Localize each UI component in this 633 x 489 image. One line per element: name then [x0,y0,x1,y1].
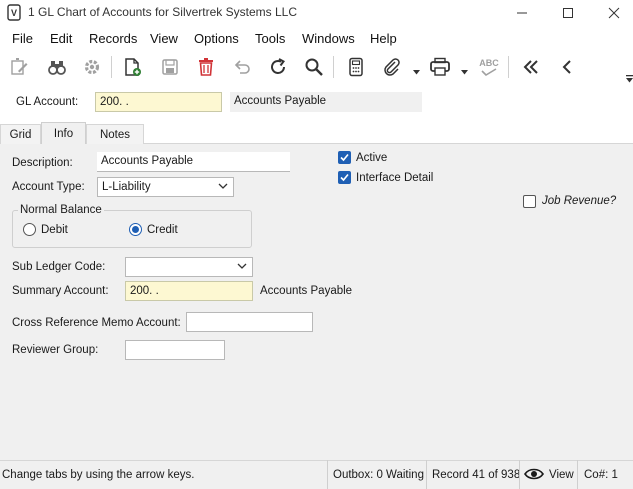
chevron-down-icon [218,183,228,189]
status-company: Co#: 1 [584,469,618,481]
toolbar-separator [508,56,509,78]
tab-info[interactable]: Info [41,122,86,144]
debit-radio[interactable] [23,223,36,236]
toolbar-separator [111,56,112,78]
summary-account-name: Accounts Payable [260,285,353,297]
close-button[interactable] [591,0,633,25]
cross-reference-label: Cross Reference Memo Account: [12,317,181,329]
toolbar: ABC [0,52,633,83]
app-icon: V [7,4,21,21]
account-type-select[interactable]: L-Liability [97,177,234,197]
title-bar: V 1 GL Chart of Accounts for Silvertrek … [0,0,633,25]
checkmark-icon [340,153,349,162]
print-dropdown-icon[interactable] [461,64,468,78]
search-icon[interactable] [301,53,327,81]
tab-notes[interactable]: Notes [86,124,144,145]
menu-edit[interactable]: Edit [50,31,72,46]
debit-label: Debit [41,224,68,236]
menu-help[interactable]: Help [370,31,397,46]
svg-text:V: V [11,8,17,18]
description-field[interactable]: Accounts Payable [97,152,290,172]
tab-grid[interactable]: Grid [0,124,41,145]
menu-view[interactable]: View [150,31,178,46]
info-panel [0,144,633,460]
menu-bar: File Edit Records View Options Tools Win… [0,28,633,50]
account-type-value: L-Liability [102,181,151,193]
summary-account-label: Summary Account: [12,285,109,297]
sub-ledger-label: Sub Ledger Code: [12,261,106,273]
interface-detail-checkbox[interactable] [338,171,351,184]
status-outbox[interactable]: Outbox: 0 Waiting [333,469,424,481]
print-icon[interactable] [427,53,453,81]
delete-icon[interactable] [193,53,219,81]
reviewer-group-field[interactable] [125,340,225,360]
menu-tools[interactable]: Tools [255,31,285,46]
spellcheck-icon[interactable]: ABC [476,53,502,81]
calculator-icon[interactable] [343,53,369,81]
attach-dropdown-icon[interactable] [413,64,420,78]
eye-icon[interactable] [524,467,544,484]
gl-account-name: Accounts Payable [230,92,422,112]
maximize-button[interactable] [545,0,591,25]
toolbar-separator [333,56,334,78]
refresh-icon[interactable] [265,53,291,81]
cross-reference-field[interactable] [186,312,313,332]
status-separator [327,460,328,489]
description-label: Description: [12,157,73,169]
job-revenue-checkbox[interactable] [523,195,536,208]
spellcheck-text: ABC [479,57,499,68]
minimize-button[interactable] [499,0,545,25]
menu-records[interactable]: Records [89,31,137,46]
sub-ledger-select[interactable] [125,257,253,277]
chevron-down-icon [237,263,247,269]
undo-icon[interactable] [229,53,255,81]
active-checkbox[interactable] [338,151,351,164]
menu-file[interactable]: File [12,31,33,46]
interface-detail-label: Interface Detail [356,172,434,184]
summary-account-field[interactable]: 200. . [125,281,253,301]
status-separator [577,460,578,489]
first-record-icon[interactable] [518,53,544,81]
status-view-button[interactable]: View [549,469,574,481]
new-record-icon[interactable] [120,53,146,81]
find-icon[interactable] [44,53,70,81]
status-hint: Change tabs by using the arrow keys. [2,469,195,481]
attach-icon[interactable] [379,53,405,81]
active-label: Active [356,152,388,164]
status-separator [519,460,520,489]
gl-account-label: GL Account: [16,96,79,108]
status-record: Record 41 of 938 [432,469,521,481]
settings-icon[interactable] [79,53,105,81]
reviewer-group-label: Reviewer Group: [12,344,99,356]
checkmark-icon [340,173,349,182]
window-title: 1 GL Chart of Accounts for Silvertrek Sy… [28,5,297,19]
job-revenue-label: Job Revenue? [542,195,617,207]
menu-options[interactable]: Options [194,31,239,46]
menu-windows[interactable]: Windows [302,31,355,46]
gl-account-field[interactable]: 200. . [95,92,222,112]
credit-label: Credit [147,224,178,236]
credit-radio[interactable] [129,223,142,236]
normal-balance-label: Normal Balance [18,204,104,216]
account-type-label: Account Type: [12,181,85,193]
edit-icon[interactable] [6,53,32,81]
status-separator [426,460,427,489]
save-icon[interactable] [157,53,183,81]
previous-record-icon[interactable] [554,53,580,81]
